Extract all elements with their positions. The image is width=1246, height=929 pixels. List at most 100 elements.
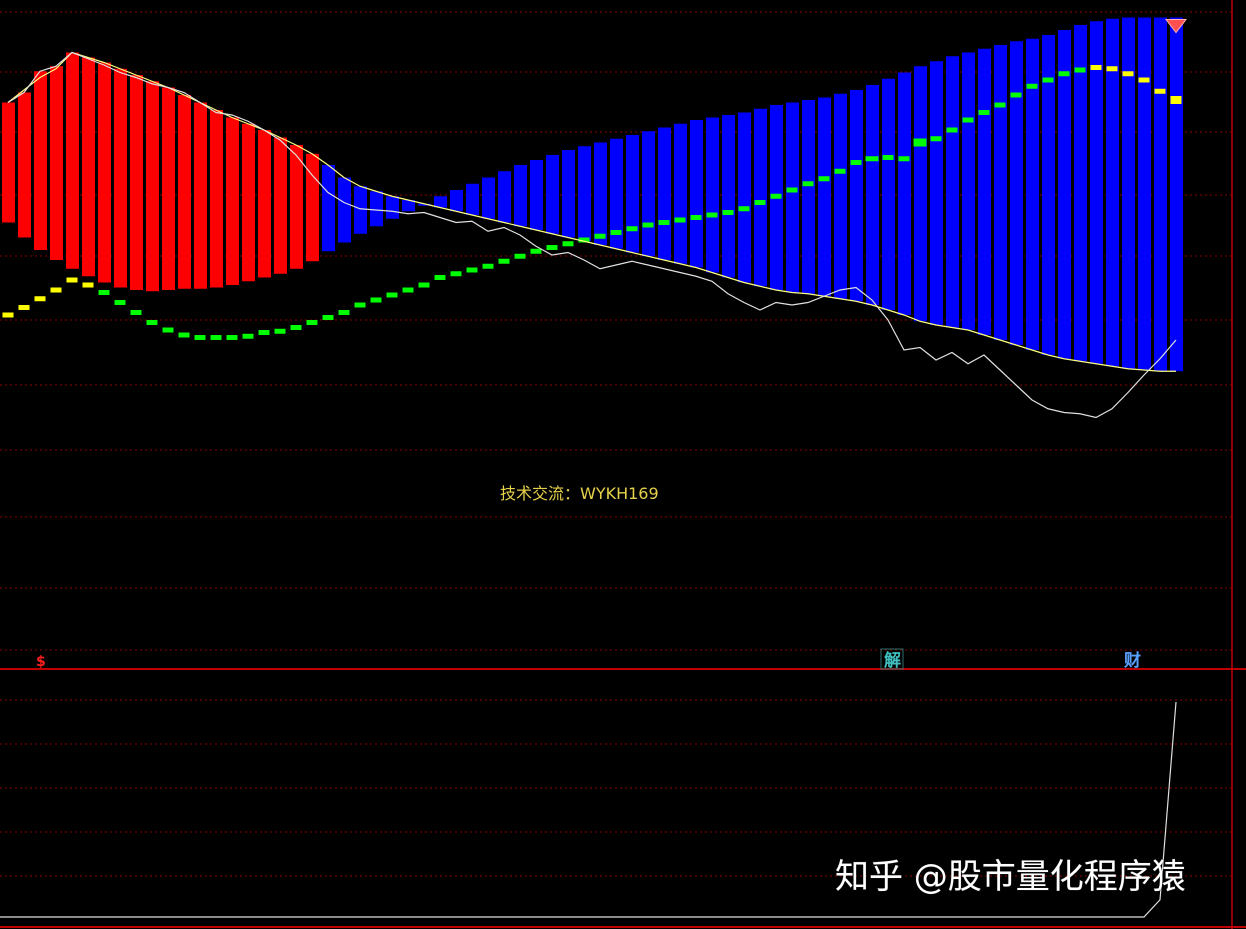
trend-bar <box>754 108 767 287</box>
trend-bar <box>962 52 975 330</box>
signal-dash <box>690 215 702 220</box>
signal-dash <box>386 292 398 298</box>
trend-bar <box>130 75 143 290</box>
signal-dash <box>930 136 942 142</box>
signal-dash <box>594 233 606 239</box>
trend-bar <box>1010 41 1023 345</box>
trend-bar <box>594 142 607 245</box>
trend-bar <box>2 102 15 223</box>
signal-dash <box>1058 71 1070 77</box>
trend-bar <box>210 110 223 288</box>
trend-bar <box>434 196 447 208</box>
trend-bar <box>658 127 671 260</box>
trend-bar <box>18 92 31 238</box>
signal-dash <box>114 300 126 305</box>
signal-dash <box>642 222 654 228</box>
trend-bar <box>482 177 495 219</box>
signal-dash <box>658 220 670 225</box>
trend-bar <box>882 78 895 310</box>
signal-dash <box>562 241 574 247</box>
trend-bar <box>66 52 79 269</box>
signal-dash <box>402 287 414 293</box>
trend-bar <box>1090 21 1103 364</box>
trend-bar <box>50 66 63 260</box>
signal-dash <box>146 320 158 325</box>
trend-bar <box>626 135 639 253</box>
signal-dash <box>818 176 830 182</box>
trend-bar <box>1042 35 1055 355</box>
signal-dash <box>706 212 718 218</box>
trend-bar <box>1122 17 1135 369</box>
signal-dash <box>786 187 798 193</box>
signal-dash <box>994 102 1006 108</box>
signal-dash <box>802 181 814 187</box>
signal-dash <box>722 210 734 215</box>
trend-bar <box>466 183 479 215</box>
signal-dash <box>882 155 894 160</box>
signal-dash <box>962 117 974 123</box>
signal-dash <box>978 110 990 115</box>
trend-bar <box>114 68 127 288</box>
signal-dash <box>1154 88 1166 94</box>
signal-dash <box>418 282 430 288</box>
trend-bar <box>978 48 991 335</box>
signal-dash <box>770 193 782 199</box>
signal-dash <box>370 297 382 303</box>
trend-bar <box>514 165 527 227</box>
trend-bar <box>162 87 175 290</box>
trend-bar <box>674 123 687 264</box>
marker-label-0: $ <box>36 654 46 670</box>
trend-bar <box>98 62 111 283</box>
signal-dash <box>82 282 94 288</box>
trend-bar <box>146 81 159 292</box>
signal-dash <box>1042 77 1054 83</box>
marker-label-1: 解 <box>884 650 901 671</box>
trend-bar <box>242 123 255 282</box>
trend-bar <box>802 100 815 294</box>
signal-dash <box>450 271 462 277</box>
signal-dash <box>1010 92 1022 98</box>
signal-dash <box>242 333 254 339</box>
signal-dash <box>162 327 174 333</box>
signal-dash <box>530 248 542 254</box>
signal-dash <box>834 168 846 174</box>
trend-bar <box>338 177 351 243</box>
marker-label-2: 财 <box>1123 650 1141 671</box>
signal-dash <box>210 335 222 340</box>
signal-dash <box>1090 65 1102 70</box>
signal-dash <box>2 312 14 318</box>
signal-dash <box>1074 67 1086 73</box>
signal-dash <box>738 206 750 212</box>
trend-bar <box>722 115 735 278</box>
contact-text: 技术交流：WYKH169 <box>500 484 659 503</box>
signal-dash <box>258 330 270 335</box>
trend-bar <box>194 102 207 289</box>
trend-bar <box>322 165 335 252</box>
trend-bar <box>818 97 831 297</box>
signal-dash <box>610 230 622 235</box>
signal-dash <box>466 267 478 273</box>
signal-dash <box>130 310 142 315</box>
trend-bar <box>386 196 399 219</box>
trend-bar <box>354 186 367 234</box>
trend-bar <box>178 95 191 289</box>
signal-dash <box>946 127 958 133</box>
trend-bar <box>370 191 383 227</box>
trend-bar <box>1074 25 1087 362</box>
trend-bar <box>786 102 799 293</box>
trend-bar <box>866 85 879 305</box>
signal-dash <box>98 290 110 295</box>
trend-bar <box>1170 17 1183 372</box>
trend-bar <box>274 137 287 274</box>
signal-dash <box>626 226 638 232</box>
trend-bar <box>290 145 303 269</box>
signal-dash <box>1138 77 1150 83</box>
trend-bar <box>450 190 463 212</box>
trend-bar <box>738 112 751 283</box>
signal-dash <box>674 217 686 223</box>
trend-bar <box>82 57 95 277</box>
signal-dash <box>34 296 46 302</box>
signal-dash <box>178 332 190 338</box>
signal-dash <box>290 325 302 330</box>
signal-dash <box>898 156 910 162</box>
